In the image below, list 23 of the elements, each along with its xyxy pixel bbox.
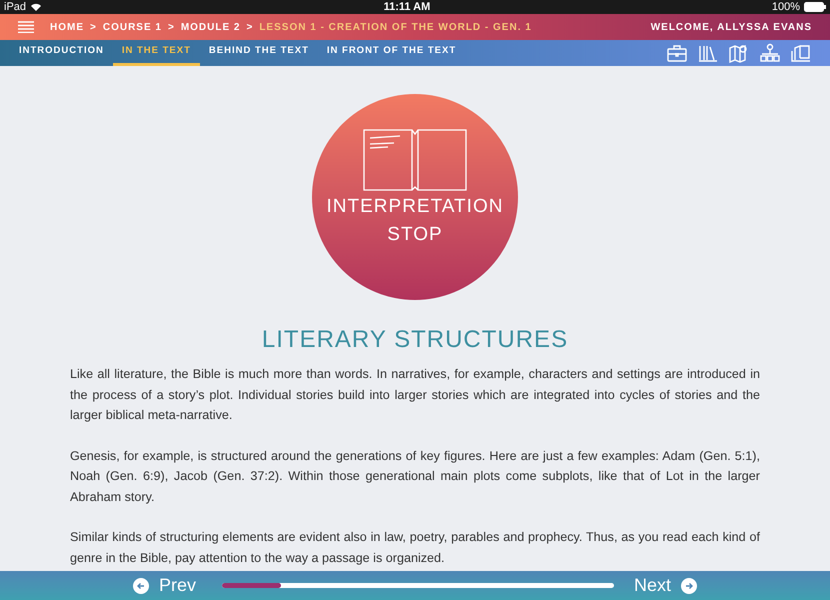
badge-title: STOP	[387, 223, 443, 247]
welcome-text: WELCOME, ALLYSSA EVANS	[650, 20, 812, 34]
badge-title: INTERPRETATION	[326, 195, 504, 219]
breadcrumb-link[interactable]: HOME	[50, 20, 84, 34]
body-paragraph: Genesis, for example, is structured around the generations of key figures. Here are just a few examples: Adam (Gen. 5:1), Noah (Gen. 6:9), Jacob (Gen. 37:2). Within those generational main plots come subplots, like that of Lot in the larger Abraham story.	[70, 448, 760, 506]
tab[interactable]: INTRODUCTION	[10, 40, 113, 66]
clock: 11:11 AM	[384, 0, 430, 15]
breadcrumb-separator: >	[90, 20, 97, 34]
breadcrumb-separator: >	[246, 20, 254, 34]
tab[interactable]: BEHIND THE TEXT	[200, 40, 318, 66]
breadcrumb-separator: >	[168, 20, 175, 34]
tab[interactable]: IN THE TEXT	[112, 40, 200, 66]
breadcrumb-link[interactable]: COURSE 1	[102, 20, 162, 34]
tab[interactable]: IN FRONT OF THE TEXT	[318, 40, 466, 66]
body-paragraph: Like all literature, the Bible is much more than words. In narratives, for example, characters and settings are introduced in the process of a story’s plot. Individual stories build into larger stories which are integrated into cycles of stories and the larger biblical meta-narrative.	[70, 366, 760, 424]
next-button[interactable]: Next	[634, 572, 697, 599]
section-heading: LITERARY STRUCTURES	[262, 325, 568, 355]
breadcrumb-link[interactable]: LESSON 1 - CREATION OF THE WORLD - GEN. 1	[259, 20, 532, 34]
battery-percent: 100%	[772, 0, 800, 15]
device-name: iPad	[4, 0, 26, 15]
prev-button[interactable]: Prev	[133, 572, 196, 599]
body-paragraph: Similar kinds of structuring elements are evident also in law, poetry, parables and prophecy. Thus, as you read each kind of genre in the Bible, pay attention to the way a passage is organized.	[70, 529, 760, 567]
breadcrumb-link[interactable]: MODULE 2	[180, 20, 240, 34]
